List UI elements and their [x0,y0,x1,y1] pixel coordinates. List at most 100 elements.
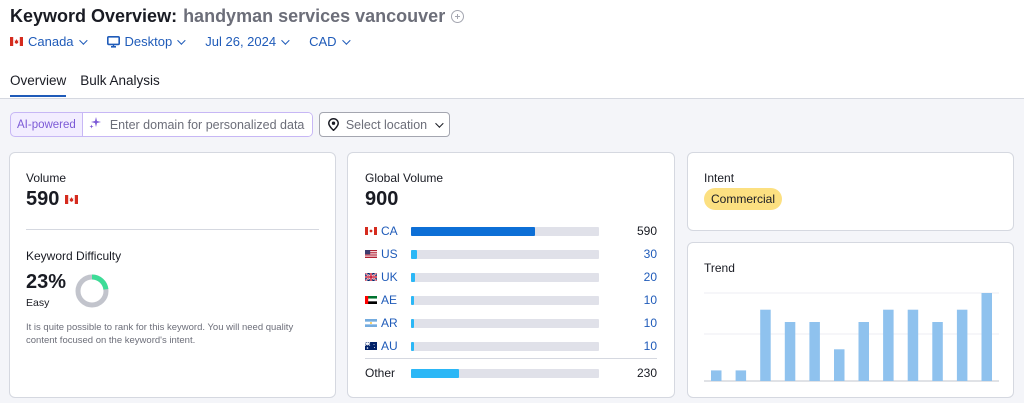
global-volume-card: Global Volume 900 CA 590 US 30 UK 20 AE 10 AR 10 A… [347,152,675,398]
volume-value: 590 [26,188,60,210]
country-code-label: UK [381,270,398,284]
chevron-down-icon [281,35,290,45]
ai-input-wrap [81,113,312,136]
tab-bulk-analysis[interactable]: Bulk Analysis [80,73,160,97]
kd-level: Easy [26,297,50,309]
country-value: 20 [643,270,657,284]
intent-title: Intent [704,171,735,185]
date-filter[interactable]: Jul 26, 2024 [205,34,290,49]
currency-label: CAD [309,34,337,49]
ai-domain-box: AI-powered [10,112,313,137]
ae-flag-icon [365,293,377,307]
trend-bar[interactable] [932,322,943,381]
country-bar-track [411,341,599,351]
country-row[interactable]: UK 20 [364,270,657,284]
trend-bar[interactable] [809,322,820,381]
desktop-icon [106,35,120,48]
trend-bar[interactable] [956,309,968,381]
trend-bar[interactable] [711,370,722,381]
add-to-list-icon[interactable] [451,10,465,23]
us-flag-icon [365,247,377,261]
country-value: 590 [636,224,657,238]
trend-bar[interactable] [760,309,771,381]
date-label: Jul 26, 2024 [205,34,277,49]
country-code: US [365,247,398,261]
country-bar-fill [411,295,414,305]
country-bar-track [411,295,599,305]
ar-flag-icon [365,316,377,330]
country-code: CA [365,224,398,238]
chevron-down-icon [435,118,444,128]
kd-value: 23% [26,271,67,293]
country-bar-fill [411,249,417,259]
other-bar-fill [411,368,459,378]
intent-badge: Commercial [704,188,783,210]
uk-flag-icon [364,270,378,284]
other-row: Other 230 [365,366,657,380]
page-header: Keyword Overview: handyman services vanc… [0,0,1024,99]
volume-value-row: 590 [26,188,79,211]
country-bar-track [411,318,599,328]
volume-kd-card: Volume 590 Keyword Difficulty 23% Easy I… [9,152,336,398]
other-value: 230 [636,366,657,380]
country-bar-fill [411,226,536,236]
location-select[interactable]: Select location [318,112,451,137]
country-code: AE [365,293,397,307]
country-value: 10 [643,339,657,353]
country-divider [365,358,657,359]
chevron-down-icon [78,35,88,45]
location-label: Select location [345,117,428,132]
tab-overview[interactable]: Overview [10,73,67,97]
country-code: UK [364,270,398,284]
country-code-label: CA [381,224,398,238]
card-divider [26,229,319,230]
country-code: AU [364,339,398,353]
country-label: Canada [28,34,74,49]
country-row[interactable]: US 30 [365,247,657,261]
other-bar-track [411,368,599,378]
ai-personalization-row: AI-powered Select location [10,112,451,137]
country-bar-fill [411,318,414,328]
trend-bar[interactable] [784,322,796,381]
canada-flag-icon [10,37,23,46]
trend-title: Trend [704,261,735,275]
trend-card: Trend [687,242,1014,398]
trend-bar[interactable] [735,370,747,381]
country-code-label: US [381,247,398,261]
country-bar-fill [411,341,414,351]
country-filter[interactable]: Canada [10,34,88,49]
currency-filter[interactable]: CAD [309,34,351,49]
tabs: Overview Bulk Analysis [10,73,174,97]
country-bar-track [411,272,599,282]
kd-description: It is quite possible to rank for this ke… [26,322,294,346]
country-row[interactable]: AE 10 [365,293,657,307]
trend-bar[interactable] [834,349,845,381]
sparkle-icon [89,116,102,134]
country-code: AR [365,316,398,330]
trend-bar[interactable] [907,309,919,381]
kd-donut-chart [75,274,109,308]
country-value: 10 [643,293,657,307]
trend-bar[interactable] [981,293,993,381]
country-row[interactable]: CA 590 [365,224,657,238]
kd-title: Keyword Difficulty [26,249,122,263]
country-row[interactable]: AR 10 [365,316,657,330]
intent-card: Intent Commercial [687,152,1014,231]
domain-input[interactable] [109,117,306,132]
country-bar-track [411,249,599,259]
global-volume-value: 900 [365,188,399,210]
country-row[interactable]: AU 10 [364,339,657,353]
device-filter[interactable]: Desktop [106,34,186,49]
au-flag-icon [364,339,377,353]
ai-powered-label: AI-powered [17,118,76,131]
trend-chart [704,292,999,382]
country-bar-fill [411,272,415,282]
country-bar-track [411,226,599,236]
chevron-down-icon [177,35,186,45]
trend-bar[interactable] [858,322,870,381]
trend-bar[interactable] [883,309,894,381]
volume-title: Volume [26,171,67,185]
chevron-down-icon [341,35,351,45]
other-label: Other [365,366,396,380]
canada-flag-icon [65,191,79,209]
